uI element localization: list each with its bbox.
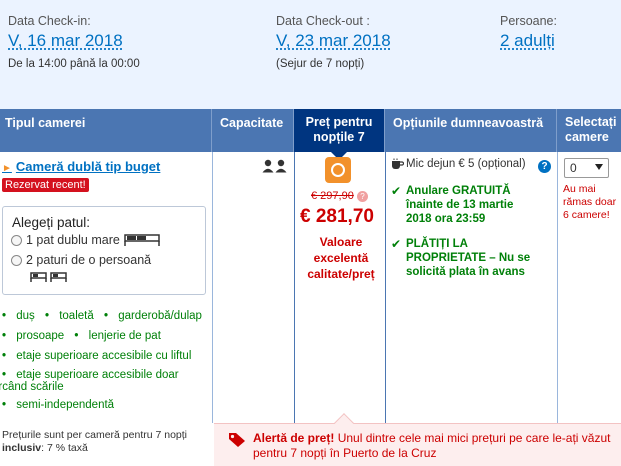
check-icon: ✔ (391, 184, 402, 198)
price-alert-title: Alertă de preț! (253, 431, 335, 445)
expand-caret-icon: ► (2, 163, 12, 174)
value-deal-badge-icon (325, 157, 351, 183)
column-divider (212, 152, 213, 423)
bed-singles-radio[interactable] (11, 254, 22, 266)
checkin-date-link[interactable]: V, 16 mar 2018 (8, 31, 140, 51)
facility-item: • lenjerie de pat (74, 330, 161, 342)
checkout-date-link[interactable]: V, 23 mar 2018 (276, 31, 391, 51)
header-select: Selectați camere (557, 109, 621, 152)
bed-choice-box: Alegeți patul: 1 pat dublu mare 2 paturi… (2, 206, 206, 295)
column-divider (557, 152, 558, 423)
checkout-block: Data Check-out : V, 23 mar 2018 (Sejur d… (276, 14, 391, 70)
facility-item: • garderobă/dulap (103, 310, 202, 322)
stay-length: (Sejur de 7 nopți) (276, 58, 365, 70)
info-icon[interactable]: ? (538, 160, 551, 173)
column-divider (294, 152, 295, 423)
double-bed-icon (124, 234, 160, 246)
price-alert-text: Alertă de preț! Unul dintre cele mai mic… (253, 431, 618, 461)
pay-at-property-text: PLĂTIȚI LA PROPRIETATE – Nu se solicită … (406, 238, 531, 278)
bed-singles-label[interactable]: 2 paturi de o persoană (26, 253, 151, 267)
header-room-type: Tipul camerei (0, 109, 212, 152)
checkout-label: Data Check-out : (276, 14, 370, 28)
room-quantity-select[interactable]: 0 (564, 158, 609, 178)
two-persons-icon (262, 159, 287, 173)
recently-booked-badge: Rezervat recent! (2, 178, 89, 192)
single-beds-icon (30, 272, 67, 282)
price-alert-banner: Alertă de preț! Unul dintre cele mai mic… (214, 413, 621, 466)
value-for-money-label: Valoare excelentă calitate/preț (307, 235, 375, 281)
breakfast-option: Mic dejun € 5 (opțional) (406, 158, 526, 170)
rooms-remaining-warning: Au mai rămas doar 6 camere! (563, 183, 617, 221)
price-note-line1: Prețurile sunt per cameră pentru 7 nopți (2, 429, 188, 441)
alert-pointer (334, 413, 354, 433)
header-price-line2: nopțile 7 (313, 130, 365, 144)
dropdown-arrow-icon[interactable] (595, 164, 603, 170)
column-divider (385, 152, 386, 423)
guests-block: Persoane: 2 adulți (500, 14, 557, 51)
original-price: € 297,90 (311, 190, 354, 202)
guests-label: Persoane: (500, 14, 557, 28)
facility-item: • duș (2, 310, 35, 322)
coffee-cup-icon (392, 158, 404, 169)
room-name-link[interactable]: ► Cameră dublă tip buget (2, 159, 160, 174)
facility-item: • prosoape (2, 330, 65, 342)
room-name-text[interactable]: Cameră dublă tip buget (16, 159, 160, 174)
price-tag-icon (229, 433, 245, 447)
facility-list-row1: • duș • toaletă • garderobă/dulap (2, 310, 202, 322)
price-note-bold: inclusiv (2, 442, 42, 454)
checkin-hours: De la 14:00 până la 00:00 (8, 58, 140, 70)
price-note-rest: : 7 % taxă (41, 442, 88, 454)
facility-lift: • etaje superioare accesibile cu liftul (2, 350, 192, 362)
checkin-block: Data Check-in: V, 16 mar 2018 De la 14:0… (8, 14, 140, 70)
facility-item: • toaletă (44, 310, 94, 322)
header-select-line2: camere (565, 130, 609, 144)
price-info-icon[interactable]: ? (357, 191, 368, 202)
bed-choice-title: Alegeți patul: (12, 215, 91, 230)
room-table-header: Tipul camerei Capacitate Preț pentru nop… (0, 109, 621, 160)
facility-semi: • semi-independentă (2, 399, 115, 411)
bed-double-radio[interactable] (11, 234, 22, 246)
price-footnote: Prețurile sunt per cameră pentru 7 nopți… (2, 429, 187, 455)
header-capacity: Capacitate (212, 109, 294, 152)
bed-option-singles[interactable]: 2 paturi de o persoană (11, 253, 151, 267)
facility-list-row2: • prosoape • lenjerie de pat (2, 330, 161, 342)
current-price: € 281,70 (300, 206, 374, 227)
date-summary-bar: Data Check-in: V, 16 mar 2018 De la 14:0… (0, 0, 621, 110)
header-options: Opțiunile dumneavoastră (385, 109, 557, 152)
checkin-label: Data Check-in: (8, 14, 91, 28)
guests-link[interactable]: 2 adulți (500, 31, 557, 51)
header-price-line1: Preț pentru (305, 115, 373, 129)
header-price: Preț pentru nopțile 7 (294, 109, 385, 160)
bed-double-label[interactable]: 1 pat dublu mare (26, 233, 120, 247)
bed-option-double[interactable]: 1 pat dublu mare (11, 233, 160, 247)
facility-stairs: • etaje superioare accesibile doar urcân… (0, 369, 179, 393)
room-quantity-value[interactable]: 0 (570, 161, 577, 175)
check-icon: ✔ (391, 237, 402, 251)
free-cancellation-text: Anulare GRATUITĂ înainte de 13 martie 20… (406, 185, 514, 225)
header-select-line1: Selectați (565, 115, 617, 129)
